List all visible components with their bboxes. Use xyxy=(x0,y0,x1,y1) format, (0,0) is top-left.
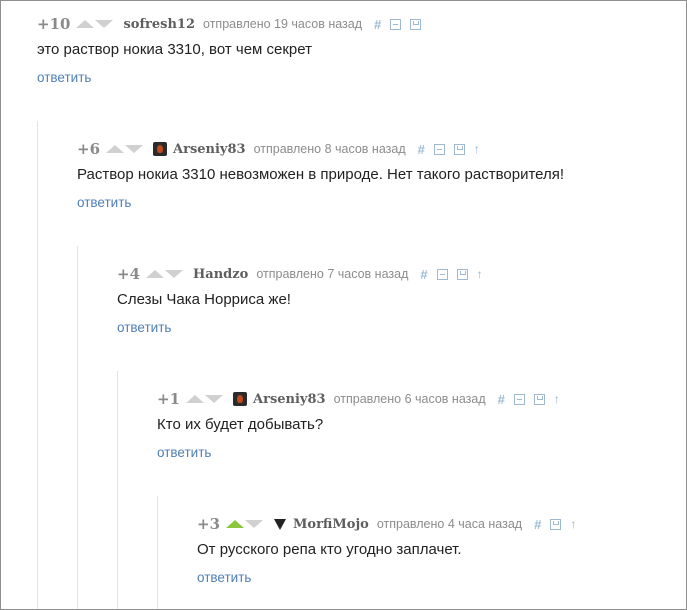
permalink-hash-icon[interactable]: # xyxy=(418,143,425,156)
collapse-icon[interactable] xyxy=(390,18,402,30)
save-icon[interactable] xyxy=(453,143,465,155)
save-icon[interactable] xyxy=(456,268,468,280)
comment-text: Слезы Чака Норриса же! xyxy=(117,291,291,308)
parent-arrow-icon[interactable]: ↑ xyxy=(477,268,483,280)
username-link[interactable]: Arseniy83 xyxy=(253,392,326,407)
comment: +6 Arseniy83 отправлено 8 часов назад # … xyxy=(77,140,686,230)
collapse-icon[interactable] xyxy=(513,393,525,405)
save-icon[interactable] xyxy=(550,518,562,530)
reply-link[interactable]: ответить xyxy=(197,570,251,585)
vote-down-icon[interactable] xyxy=(95,20,114,28)
save-icon[interactable] xyxy=(533,393,545,405)
permalink-hash-icon[interactable]: # xyxy=(534,518,541,531)
comment-text: Раствор нокиа 3310 невозможен в природе.… xyxy=(77,166,565,183)
comment-header: +10 sofresh12 отправлено 19 часов назад … xyxy=(37,15,686,33)
comment-thread: +10 sofresh12 отправлено 19 часов назад … xyxy=(0,0,687,610)
comment: +4 Handzo отправлено 7 часов назад # ↑ С… xyxy=(117,265,686,355)
comment-header: +3 MorfiMojo отправлено 4 часа назад # ↑ xyxy=(197,515,686,533)
parent-arrow-icon[interactable]: ↑ xyxy=(554,393,560,405)
username-link[interactable]: sofresh12 xyxy=(123,17,195,32)
comment-header: +1 Arseniy83 отправлено 6 часов назад # … xyxy=(157,390,686,408)
permalink-hash-icon[interactable]: # xyxy=(374,18,381,31)
comment-text: это раствор нокиа 3310, вот чем секрет xyxy=(37,41,312,58)
vote-up-icon[interactable] xyxy=(186,395,205,403)
comment-rating: +3 xyxy=(197,515,221,533)
thread-rail xyxy=(37,121,38,609)
permalink-hash-icon[interactable]: # xyxy=(498,393,505,406)
comment-rating: +4 xyxy=(117,265,141,283)
vote-down-icon[interactable] xyxy=(205,395,224,403)
comment-time[interactable]: отправлено 6 часов назад xyxy=(334,392,486,406)
thread-rail xyxy=(157,496,158,609)
thread-rail xyxy=(77,246,78,609)
comment-text: Кто их будет добывать? xyxy=(157,416,324,433)
vote-down-icon[interactable] xyxy=(245,520,264,528)
comment-header: +4 Handzo отправлено 7 часов назад # ↑ xyxy=(117,265,686,283)
comment-time[interactable]: отправлено 4 часа назад xyxy=(377,517,522,531)
comment: +3 MorfiMojo отправлено 4 часа назад # ↑… xyxy=(197,515,686,605)
vote-down-icon[interactable] xyxy=(125,145,144,153)
vote-down-icon[interactable] xyxy=(165,270,184,278)
collapse-icon[interactable] xyxy=(436,268,448,280)
comment-rating: +6 xyxy=(77,140,101,158)
comment-text: От русского репа кто угодно заплачет. xyxy=(197,541,462,558)
comment-time[interactable]: отправлено 8 часов назад xyxy=(254,142,406,156)
comment: +10 sofresh12 отправлено 19 часов назад … xyxy=(37,15,686,105)
vote-up-icon[interactable] xyxy=(226,520,245,528)
username-link[interactable]: Arseniy83 xyxy=(173,142,246,157)
vote-up-icon[interactable] xyxy=(106,145,125,153)
reply-link[interactable]: ответить xyxy=(157,445,211,460)
comment: +1 Arseniy83 отправлено 6 часов назад # … xyxy=(157,390,686,480)
comment-rating: +1 xyxy=(157,390,181,408)
reply-link[interactable]: ответить xyxy=(37,70,91,85)
parent-arrow-icon[interactable]: ↑ xyxy=(570,518,576,530)
comment-rating: +10 xyxy=(37,15,71,33)
comment-time[interactable]: отправлено 19 часов назад xyxy=(203,17,362,31)
thread-rail xyxy=(117,371,118,609)
comment-header: +6 Arseniy83 отправлено 8 часов назад # … xyxy=(77,140,686,158)
flame-avatar-icon[interactable] xyxy=(153,142,168,156)
parent-arrow-icon[interactable]: ↑ xyxy=(474,143,480,155)
reply-link[interactable]: ответить xyxy=(117,320,171,335)
save-icon[interactable] xyxy=(410,18,422,30)
flame-avatar-icon[interactable] xyxy=(233,392,248,406)
collapse-icon[interactable] xyxy=(433,143,445,155)
vote-up-icon[interactable] xyxy=(146,270,165,278)
username-link[interactable]: MorfiMojo xyxy=(293,517,369,532)
wolf-avatar-icon[interactable] xyxy=(273,517,287,531)
username-link[interactable]: Handzo xyxy=(193,267,248,282)
vote-up-icon[interactable] xyxy=(76,20,95,28)
comment-time[interactable]: отправлено 7 часов назад xyxy=(256,267,408,281)
permalink-hash-icon[interactable]: # xyxy=(420,268,427,281)
reply-link[interactable]: ответить xyxy=(77,195,131,210)
